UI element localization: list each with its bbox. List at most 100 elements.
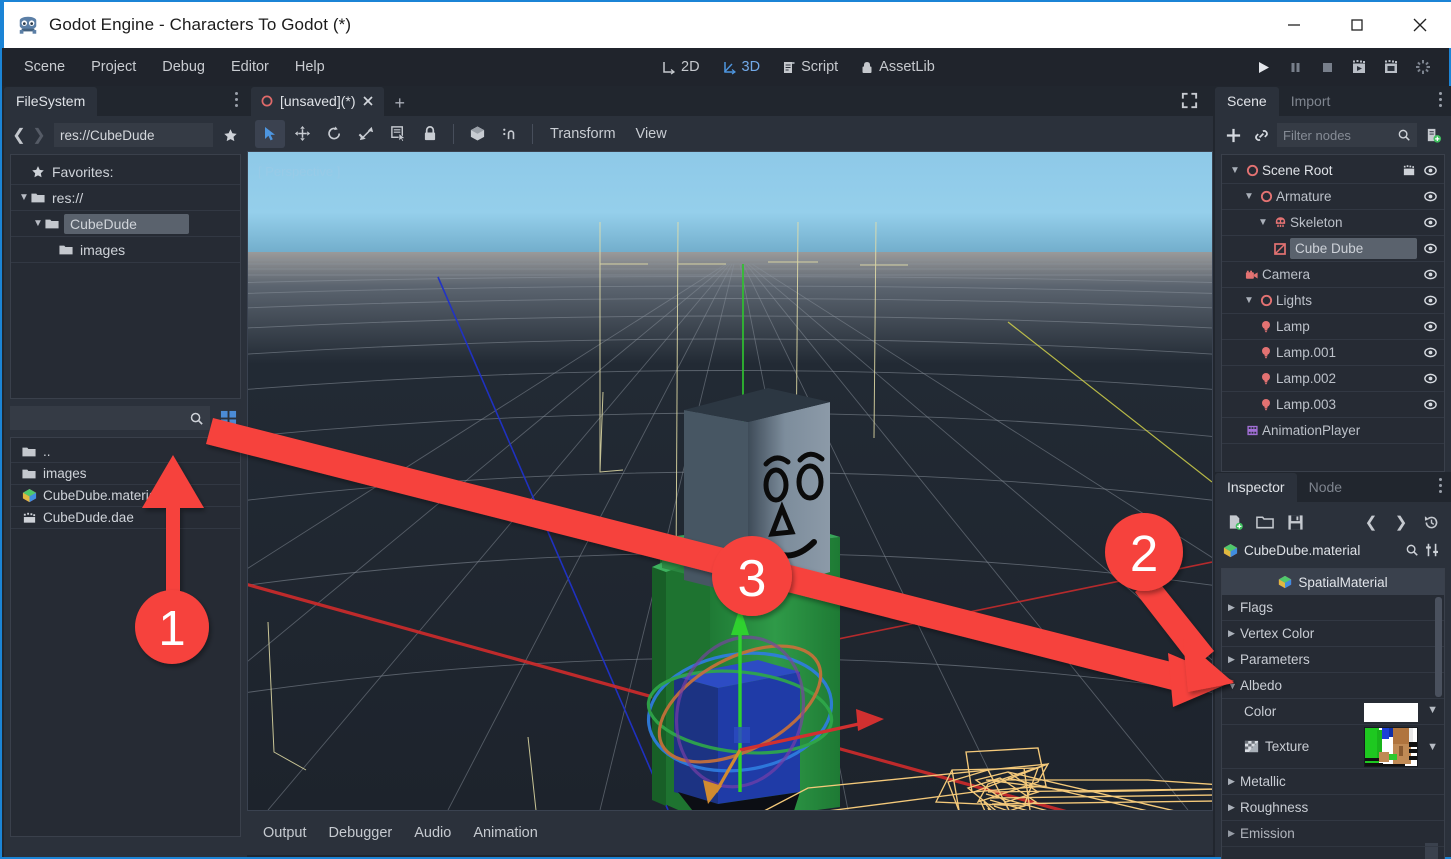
editor-button-3d[interactable]: 3D	[713, 55, 770, 79]
eye-icon[interactable]	[1423, 215, 1438, 230]
eye-icon[interactable]	[1423, 189, 1438, 204]
list-select-tool[interactable]	[383, 120, 413, 148]
3d-viewport[interactable]: [ Perspective ]	[247, 151, 1213, 811]
new-resource-icon[interactable]	[1221, 509, 1249, 535]
tab-filesystem[interactable]: FileSystem	[4, 87, 98, 116]
tree-item-res[interactable]: ▼ res://	[11, 185, 240, 211]
pause-icon[interactable]	[1285, 57, 1305, 77]
menu-debug[interactable]: Debug	[152, 55, 215, 79]
tab-scene[interactable]: Scene	[1215, 87, 1279, 116]
chevron-down-icon[interactable]: ▼	[31, 218, 45, 229]
rotate-tool[interactable]	[319, 120, 349, 148]
maximize-button[interactable]	[1325, 2, 1388, 48]
close-icon[interactable]	[362, 95, 374, 107]
eye-icon[interactable]	[1423, 293, 1438, 308]
scene-node-lamp[interactable]: Lamp	[1222, 314, 1444, 340]
play-custom-scene-icon[interactable]	[1381, 57, 1401, 77]
chevron-down-icon[interactable]: ▼	[1427, 741, 1438, 753]
kebab-menu-icon[interactable]	[235, 92, 239, 107]
property-parameters[interactable]: ▶ Parameters	[1222, 647, 1444, 673]
menu-help[interactable]: Help	[285, 55, 335, 79]
property-emission[interactable]: ▶ Emission	[1222, 821, 1444, 847]
kebab-menu-icon[interactable]	[1439, 92, 1443, 107]
plus-icon[interactable]	[1221, 123, 1245, 147]
inspector-scrollbar[interactable]	[1435, 597, 1442, 697]
property-albedo[interactable]: ▼ Albedo	[1222, 673, 1444, 699]
file-item-images[interactable]: images	[11, 463, 240, 485]
scene-node-scene-root[interactable]: ▼ Scene Root	[1222, 158, 1444, 184]
tree-item-favorites[interactable]: Favorites:	[11, 159, 240, 185]
open-resource-icon[interactable]	[1251, 509, 1279, 535]
eye-icon[interactable]	[1423, 267, 1438, 282]
eye-icon[interactable]	[1423, 163, 1438, 178]
move-tool[interactable]	[287, 120, 317, 148]
scene-node-lamp-002[interactable]: Lamp.002	[1222, 366, 1444, 392]
grid-view-icon[interactable]	[215, 406, 241, 430]
filesystem-path[interactable]: res://CubeDude	[54, 123, 213, 147]
editor-button-2d[interactable]: 2D	[652, 55, 709, 79]
fullscreen-icon[interactable]	[1180, 91, 1199, 115]
scene-node-lights[interactable]: ▼ Lights	[1222, 288, 1444, 314]
play-scene-icon[interactable]	[1349, 57, 1369, 77]
history-prev-icon[interactable]: ❮	[1357, 509, 1385, 535]
star-icon[interactable]	[219, 128, 241, 143]
tab-import[interactable]: Import	[1279, 87, 1343, 116]
viewport-menu-transform[interactable]: Transform	[541, 122, 625, 146]
history-icon[interactable]	[1417, 509, 1445, 535]
menu-editor[interactable]: Editor	[221, 55, 279, 79]
property-albedo-texture[interactable]: Texture ▼	[1222, 725, 1444, 859]
editor-button-script[interactable]: Script	[773, 55, 847, 79]
tree-item-cubedude[interactable]: ▼ CubeDude	[11, 211, 240, 237]
scale-tool[interactable]	[351, 120, 381, 148]
albedo-texture-thumbnail[interactable]	[1364, 727, 1418, 767]
chevron-down-icon[interactable]: ▼	[1256, 217, 1270, 228]
minimize-button[interactable]	[1262, 2, 1325, 48]
file-item-dae[interactable]: CubeDude.dae	[11, 507, 240, 529]
scene-node-lamp-001[interactable]: Lamp.001	[1222, 340, 1444, 366]
property-vertex-color[interactable]: ▶ Vertex Color	[1222, 621, 1444, 647]
save-resource-icon[interactable]	[1281, 509, 1309, 535]
bottom-panel-output[interactable]: Output	[263, 825, 307, 841]
property-flags[interactable]: ▶ Flags	[1222, 595, 1444, 621]
eye-icon[interactable]	[1423, 345, 1438, 360]
lock-tool[interactable]	[415, 120, 445, 148]
chevron-down-icon[interactable]: ▼	[1427, 704, 1438, 716]
filter-nodes-input[interactable]: Filter nodes	[1277, 123, 1417, 147]
play-icon[interactable]	[1253, 57, 1273, 77]
open-scene-icon[interactable]	[1402, 163, 1417, 178]
scene-tab-unsaved[interactable]: [unsaved](*)	[251, 87, 385, 116]
chevron-down-icon[interactable]: ▼	[1228, 165, 1242, 176]
tree-item-images[interactable]: images	[11, 237, 240, 263]
scene-node-armature[interactable]: ▼ Armature	[1222, 184, 1444, 210]
snap-tool[interactable]	[494, 120, 524, 148]
link-icon[interactable]	[1249, 123, 1273, 147]
tab-inspector[interactable]: Inspector	[1215, 473, 1297, 502]
chevron-left-icon[interactable]: ❮	[10, 124, 28, 146]
chevron-down-icon[interactable]: ▼	[1242, 295, 1256, 306]
albedo-color-swatch[interactable]	[1364, 703, 1418, 722]
eye-icon[interactable]	[1423, 241, 1438, 256]
object-tools-icon[interactable]	[1425, 542, 1441, 558]
eye-icon[interactable]	[1423, 371, 1438, 386]
bottom-panel-audio[interactable]: Audio	[414, 825, 451, 841]
scene-node-cube-dube[interactable]: Cube Dube	[1222, 236, 1444, 262]
local-space-tool[interactable]	[462, 120, 492, 148]
history-next-icon[interactable]: ❯	[1387, 509, 1415, 535]
viewport-menu-view[interactable]: View	[627, 122, 676, 146]
tab-node[interactable]: Node	[1297, 473, 1354, 502]
scene-node-skeleton[interactable]: ▼ Skeleton	[1222, 210, 1444, 236]
eye-icon[interactable]	[1423, 397, 1438, 412]
spinner-icon[interactable]	[1413, 57, 1433, 77]
property-albedo-color[interactable]: Color ▼	[1222, 699, 1444, 725]
property-roughness[interactable]: ▶ Roughness	[1222, 795, 1444, 821]
property-metallic[interactable]: ▶ Metallic	[1222, 769, 1444, 795]
chevron-down-icon[interactable]: ▼	[1242, 191, 1256, 202]
file-item-parent[interactable]: ..	[11, 441, 240, 463]
scene-node-lamp-003[interactable]: Lamp.003	[1222, 392, 1444, 418]
eye-icon[interactable]	[1423, 319, 1438, 334]
bottom-panel-debugger[interactable]: Debugger	[329, 825, 393, 841]
stop-icon[interactable]	[1317, 57, 1337, 77]
editor-button-assetlib[interactable]: AssetLib	[851, 55, 944, 79]
menu-scene[interactable]: Scene	[14, 55, 75, 79]
kebab-menu-icon[interactable]	[1439, 478, 1443, 493]
